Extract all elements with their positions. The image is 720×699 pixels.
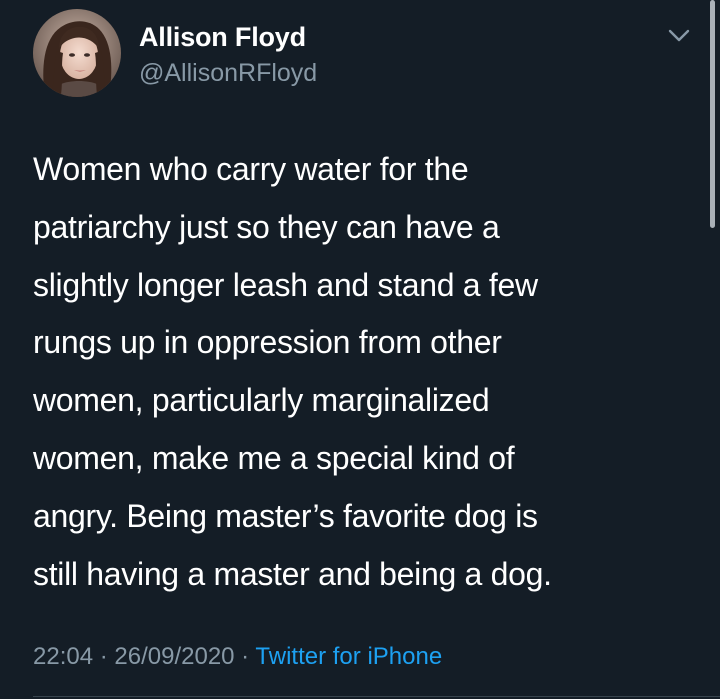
display-name[interactable]: Allison Floyd	[139, 22, 306, 53]
chevron-down-icon[interactable]	[664, 24, 694, 48]
profile-photo	[33, 9, 121, 97]
user-handle[interactable]: @AllisonRFloyd	[139, 59, 317, 88]
tweet-card: Allison Floyd @AllisonRFloyd Women who c…	[0, 0, 720, 699]
tweet-text-line: patriarchy just so they can have a	[33, 208, 500, 245]
meta-separator: ·	[234, 643, 256, 670]
tweet-text-line: women, make me a special kind of	[33, 439, 515, 476]
tweet-time[interactable]: 22:04	[33, 643, 93, 670]
tweet-text-line: Women who carry water for the	[33, 151, 469, 187]
divider	[33, 696, 720, 697]
tweet-text-line: angry. Being master’s favorite dog is	[33, 497, 538, 534]
tweet-meta: 22:04 · 26/09/2020 · Twitter for iPhone	[33, 643, 442, 671]
tweet-text-line: rungs up in oppression from other	[33, 324, 502, 361]
tweet-source-link[interactable]: Twitter for iPhone	[255, 643, 442, 670]
scrollbar[interactable]	[710, 0, 715, 228]
tweet-text: Women who carry water for the patriarchy…	[33, 141, 693, 603]
meta-separator: ·	[93, 643, 115, 670]
tweet-date[interactable]: 26/09/2020	[114, 643, 234, 670]
tweet-text-line: women, particularly marginalized	[33, 382, 490, 419]
avatar[interactable]	[33, 9, 121, 97]
tweet-text-line: slightly longer leash and stand a few	[33, 266, 538, 303]
tweet-text-line: still having a master and being a dog.	[33, 555, 552, 592]
